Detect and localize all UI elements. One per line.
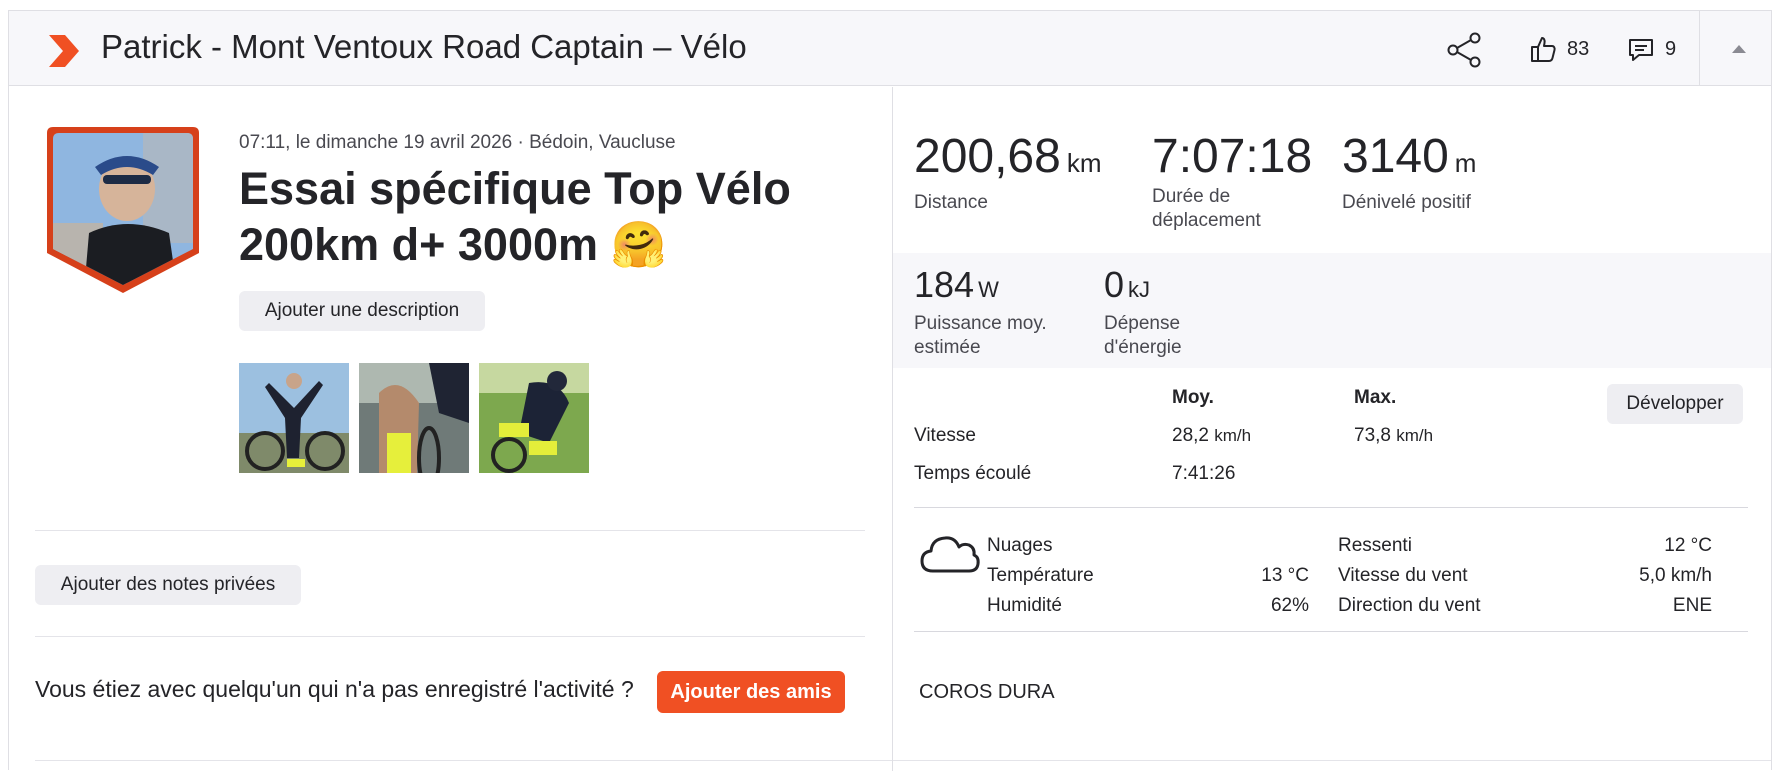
- row-elapsed-label: Temps écoulé: [914, 463, 1032, 484]
- activity-photos: [239, 363, 589, 473]
- speed-max-unit: km/h: [1396, 426, 1434, 445]
- activity-title: Essai spécifique Top Vélo 200km d+ 3000m…: [239, 163, 791, 270]
- weather-condition: Nuages: [987, 535, 1053, 556]
- moving-time-value: 7:07:18: [1152, 130, 1313, 183]
- moving-time-label-1: Durée de: [1152, 186, 1231, 207]
- humidity-label: Humidité: [987, 595, 1062, 616]
- stat-power: 184 W Puissance moy. estimée: [914, 265, 1047, 360]
- activity-photo[interactable]: [359, 363, 469, 473]
- weather-divider: [914, 631, 1748, 632]
- column-header-max: Max.: [1354, 387, 1397, 408]
- moving-time-label-2: déplacement: [1152, 210, 1261, 231]
- stat-moving-time: 7:07:18 Durée de déplacement: [1152, 131, 1312, 233]
- distance-value: 200,68: [914, 130, 1061, 183]
- comments-button[interactable]: 9: [1627, 31, 1676, 67]
- athlete-avatar[interactable]: [43, 123, 203, 303]
- header-divider: [1699, 11, 1700, 86]
- temperature-value: 13 °C: [1261, 565, 1309, 586]
- cloud-icon: [920, 536, 980, 573]
- elevation-value: 3140: [1342, 130, 1449, 183]
- feels-like-value: 12 °C: [1664, 535, 1712, 556]
- distance-label: Distance: [914, 192, 988, 213]
- energy-label-2: d'énergie: [1104, 337, 1182, 358]
- activity-photo[interactable]: [239, 363, 349, 473]
- activity-header: Patrick - Mont Ventoux Road Captain – Vé…: [9, 11, 1771, 86]
- activity-meta: 07:11, le dimanche 19 avril 2026 · Bédoi…: [239, 132, 676, 153]
- power-label-1: Puissance moy.: [914, 313, 1047, 334]
- device-name: COROS DURA: [919, 681, 1055, 703]
- elevation-label: Dénivelé positif: [1342, 192, 1471, 213]
- logo-chevron-icon: [49, 35, 79, 67]
- speed-avg-unit: km/h: [1214, 426, 1252, 445]
- row-speed-label: Vitesse: [914, 425, 976, 446]
- distance-unit: km: [1066, 148, 1102, 178]
- expand-button[interactable]: Développer: [1607, 384, 1743, 424]
- wind-speed-value: 5,0 km/h: [1639, 565, 1712, 586]
- column-header-avg: Moy.: [1172, 387, 1214, 408]
- row-elapsed-avg: 7:41:26: [1172, 463, 1236, 484]
- temperature-label: Température: [987, 565, 1094, 586]
- stat-energy: 0 kJ Dépense d'énergie: [1104, 265, 1182, 360]
- power-value: 184: [914, 264, 975, 305]
- header-title: Patrick - Mont Ventoux Road Captain – Vé…: [101, 28, 747, 65]
- section-divider: [35, 636, 865, 637]
- thumbs-up-icon: [1531, 37, 1556, 62]
- wind-direction-label: Direction du vent: [1338, 595, 1481, 616]
- humidity-value: 62%: [1270, 595, 1309, 616]
- stat-elevation: 3140 m Dénivelé positif: [1342, 131, 1476, 215]
- power-label-2: estimée: [914, 337, 981, 358]
- add-private-notes-button[interactable]: Ajouter des notes privées: [35, 565, 301, 605]
- speed-max-value: 73,8: [1354, 425, 1391, 446]
- energy-label-1: Dépense: [1104, 313, 1181, 334]
- wind-speed-label: Vitesse du vent: [1338, 565, 1468, 586]
- column-divider: [892, 87, 893, 771]
- kudos-count: 83: [1567, 37, 1590, 60]
- power-unit: W: [978, 277, 999, 302]
- stat-distance: 200,68 km Distance: [914, 131, 1101, 215]
- wind-direction-value: ENE: [1672, 595, 1712, 616]
- add-description-button[interactable]: Ajouter une description: [239, 291, 485, 331]
- caret-up-icon: [1732, 45, 1746, 53]
- speed-avg-value: 28,2: [1172, 425, 1209, 446]
- activity-card: Patrick - Mont Ventoux Road Captain – Vé…: [8, 10, 1772, 771]
- add-friends-button[interactable]: Ajouter des amis: [657, 671, 845, 713]
- kudos-button[interactable]: 83: [1529, 31, 1589, 67]
- comments-count: 9: [1665, 37, 1677, 60]
- collapse-button[interactable]: [1719, 31, 1759, 67]
- row-speed-max: 73,8 km/h: [1354, 425, 1433, 447]
- friends-question: Vous étiez avec quelqu'un qui n'a pas en…: [35, 676, 634, 702]
- section-divider: [35, 530, 865, 531]
- comment-icon: [1629, 39, 1653, 61]
- activity-photo[interactable]: [479, 363, 589, 473]
- table-divider: [914, 507, 1748, 508]
- share-icon[interactable]: [1445, 30, 1485, 70]
- row-speed-avg: 28,2 km/h: [1172, 425, 1251, 447]
- feels-like-label: Ressenti: [1338, 535, 1412, 556]
- elevation-unit: m: [1454, 148, 1477, 178]
- energy-unit: kJ: [1128, 277, 1151, 302]
- bottom-divider: [35, 760, 1771, 761]
- energy-value: 0: [1104, 264, 1125, 305]
